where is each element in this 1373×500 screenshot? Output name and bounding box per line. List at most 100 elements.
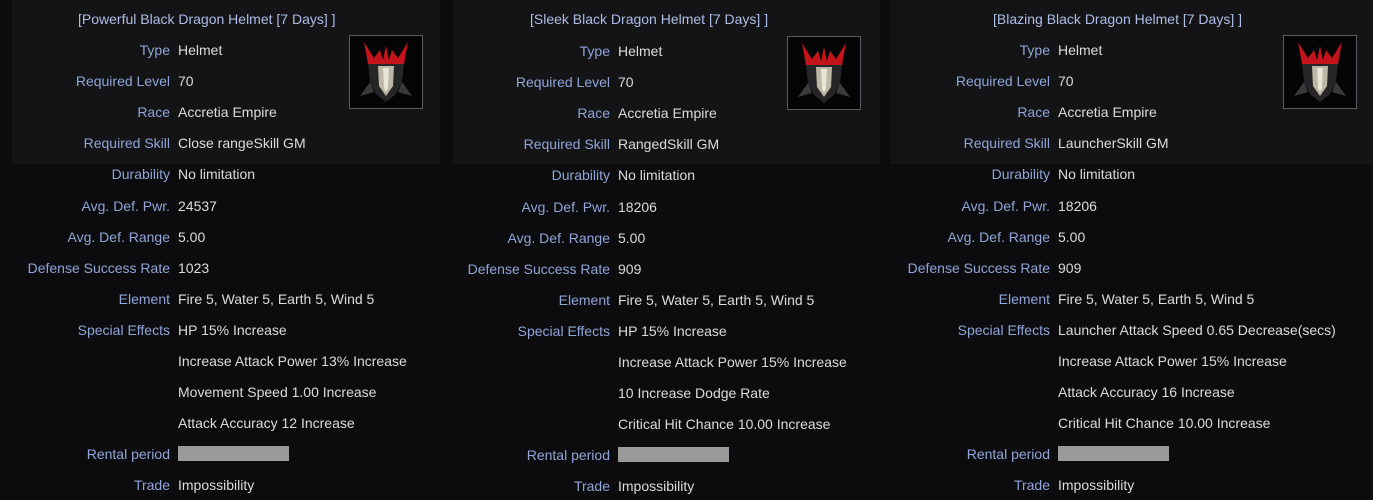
stat-label: Durability bbox=[991, 166, 1050, 183]
stat-label: Special Effects bbox=[517, 322, 610, 339]
stat-label: Trade bbox=[573, 478, 610, 495]
stat-label: Defense Success Rate bbox=[27, 259, 170, 276]
stat-row: Type Helmet bbox=[440, 41, 880, 61]
stat-value: Fire 5, Water 5, Earth 5, Wind 5 bbox=[1058, 290, 1255, 307]
stat-row: Trade Impossibility bbox=[440, 476, 880, 496]
stat-row: Attack Accuracy 16 Increase bbox=[880, 382, 1373, 402]
stat-label: Trade bbox=[1013, 477, 1050, 494]
stat-row: Required Skill LauncherSkill GM bbox=[880, 133, 1373, 153]
stat-value: RangedSkill GM bbox=[618, 136, 720, 153]
stat-row: Avg. Def. Pwr. 18206 bbox=[880, 196, 1373, 216]
stat-row: Trade Impossibility bbox=[880, 475, 1373, 495]
stat-value: Impossibility bbox=[178, 477, 255, 494]
stat-label: Required Level bbox=[955, 73, 1050, 90]
stat-label: Avg. Def. Pwr. bbox=[81, 197, 170, 214]
stat-row: Element Fire 5, Water 5, Earth 5, Wind 5 bbox=[440, 290, 880, 310]
stat-row: Rental period bbox=[0, 444, 440, 464]
stat-value: Movement Speed 1.00 Increase bbox=[178, 384, 377, 401]
stat-label: Durability bbox=[111, 166, 170, 183]
stat-value: 5.00 bbox=[178, 228, 206, 245]
stat-row: Defense Success Rate 909 bbox=[440, 259, 880, 279]
stat-label: Element bbox=[118, 290, 170, 307]
stat-row: Element Fire 5, Water 5, Earth 5, Wind 5 bbox=[880, 289, 1373, 309]
stat-value: Attack Accuracy 12 Increase bbox=[178, 415, 355, 432]
stat-label: Type bbox=[139, 42, 170, 58]
stat-row: Required Skill Close rangeSkill GM bbox=[0, 133, 440, 153]
stat-value: Critical Hit Chance 10.00 Increase bbox=[618, 416, 831, 433]
stat-label: Durability bbox=[551, 167, 610, 184]
stat-value: 70 bbox=[618, 74, 634, 91]
stat-value: 70 bbox=[178, 73, 194, 90]
stat-value: Impossibility bbox=[1058, 477, 1135, 494]
stat-label: Required Skill bbox=[83, 135, 170, 152]
stat-row: Attack Accuracy 12 Increase bbox=[0, 413, 440, 433]
stat-label: Special Effects bbox=[957, 321, 1050, 338]
stat-row: Required Level 70 bbox=[440, 72, 880, 92]
stat-row: Critical Hit Chance 10.00 Increase bbox=[880, 413, 1373, 433]
stat-value: 5.00 bbox=[1058, 228, 1086, 245]
stat-value: 18206 bbox=[618, 198, 657, 215]
redacted-rental-period bbox=[1058, 446, 1169, 462]
stat-value: Increase Attack Power 15% Increase bbox=[1058, 353, 1287, 369]
stat-value: Launcher Attack Speed 0.65 Decrease(secs… bbox=[1058, 321, 1336, 338]
stat-row: Required Level 70 bbox=[880, 71, 1373, 91]
stat-value: 1023 bbox=[178, 259, 210, 276]
stat-label: Defense Success Rate bbox=[467, 260, 610, 277]
stat-row: Increase Attack Power 13% Increase bbox=[0, 351, 440, 371]
stat-row: Critical Hit Chance 10.00 Increase bbox=[440, 414, 880, 434]
stat-label: Special Effects bbox=[77, 321, 170, 338]
stat-label: Defense Success Rate bbox=[907, 259, 1050, 276]
stat-row: Durability No limitation bbox=[0, 164, 440, 184]
stat-label: Type bbox=[1019, 42, 1050, 58]
stat-row: Element Fire 5, Water 5, Earth 5, Wind 5 bbox=[0, 289, 440, 309]
item-tooltip-blazing: [Blazing Black Dragon Helmet [7 Days] ] … bbox=[880, 0, 1373, 500]
stat-row: Avg. Def. Range 5.00 bbox=[880, 227, 1373, 247]
redacted-rental-period bbox=[618, 447, 729, 463]
item-tooltip-sleek: [Sleek Black Dragon Helmet [7 Days] ] Ty… bbox=[440, 0, 880, 500]
stat-label: Rental period bbox=[526, 447, 610, 464]
stat-row: Durability No limitation bbox=[880, 164, 1373, 184]
stat-value: 909 bbox=[1058, 259, 1082, 276]
stat-label: Rental period bbox=[86, 446, 170, 463]
stat-row: Race Accretia Empire bbox=[440, 103, 880, 123]
stat-value: Helmet bbox=[178, 42, 223, 58]
stat-value: Accretia Empire bbox=[618, 105, 717, 122]
stat-row: Durability No limitation bbox=[440, 165, 880, 185]
stat-row: Required Level 70 bbox=[0, 71, 440, 91]
stat-value: Helmet bbox=[1058, 42, 1103, 58]
stat-label: Required Skill bbox=[963, 135, 1050, 152]
stat-row: Defense Success Rate 909 bbox=[880, 258, 1373, 278]
stat-value: Fire 5, Water 5, Earth 5, Wind 5 bbox=[618, 291, 815, 308]
stat-value: No limitation bbox=[618, 167, 696, 184]
stat-row: Rental period bbox=[440, 445, 880, 465]
item-title: [Powerful Black Dragon Helmet [7 Days] ] bbox=[78, 11, 336, 27]
redacted-rental-period bbox=[178, 446, 289, 462]
stat-row: Avg. Def. Pwr. 24537 bbox=[0, 196, 440, 216]
stat-label: Required Skill bbox=[523, 136, 610, 153]
stat-row: Increase Attack Power 15% Increase bbox=[440, 352, 880, 372]
stat-row: 10 Increase Dodge Rate bbox=[440, 383, 880, 403]
stat-label: Required Level bbox=[75, 73, 170, 90]
stat-row: Defense Success Rate 1023 bbox=[0, 258, 440, 278]
stat-row: Avg. Def. Range 5.00 bbox=[0, 227, 440, 247]
stat-row: Race Accretia Empire bbox=[880, 102, 1373, 122]
stat-row: Increase Attack Power 15% Increase bbox=[880, 351, 1373, 371]
stat-value: Increase Attack Power 15% Increase bbox=[618, 354, 847, 370]
stat-row: Type Helmet bbox=[0, 40, 440, 60]
stat-value: No limitation bbox=[178, 166, 256, 183]
stat-value: 24537 bbox=[178, 197, 217, 214]
stat-label: Race bbox=[577, 105, 610, 122]
stat-value: Accretia Empire bbox=[1058, 104, 1157, 121]
stat-row: Type Helmet bbox=[880, 40, 1373, 60]
item-title: [Sleek Black Dragon Helmet [7 Days] ] bbox=[530, 11, 769, 27]
stat-value: Attack Accuracy 16 Increase bbox=[1058, 384, 1235, 401]
stat-row: Avg. Def. Pwr. 18206 bbox=[440, 197, 880, 217]
stat-row: Special Effects HP 15% Increase bbox=[440, 321, 880, 341]
stat-label: Trade bbox=[133, 477, 170, 494]
stat-value: 909 bbox=[618, 260, 642, 277]
stat-label: Type bbox=[579, 43, 610, 59]
stat-label: Avg. Def. Pwr. bbox=[961, 197, 1050, 214]
stat-value: HP 15% Increase bbox=[618, 322, 727, 339]
stat-value: 70 bbox=[1058, 73, 1074, 90]
stat-label: Element bbox=[998, 290, 1050, 307]
